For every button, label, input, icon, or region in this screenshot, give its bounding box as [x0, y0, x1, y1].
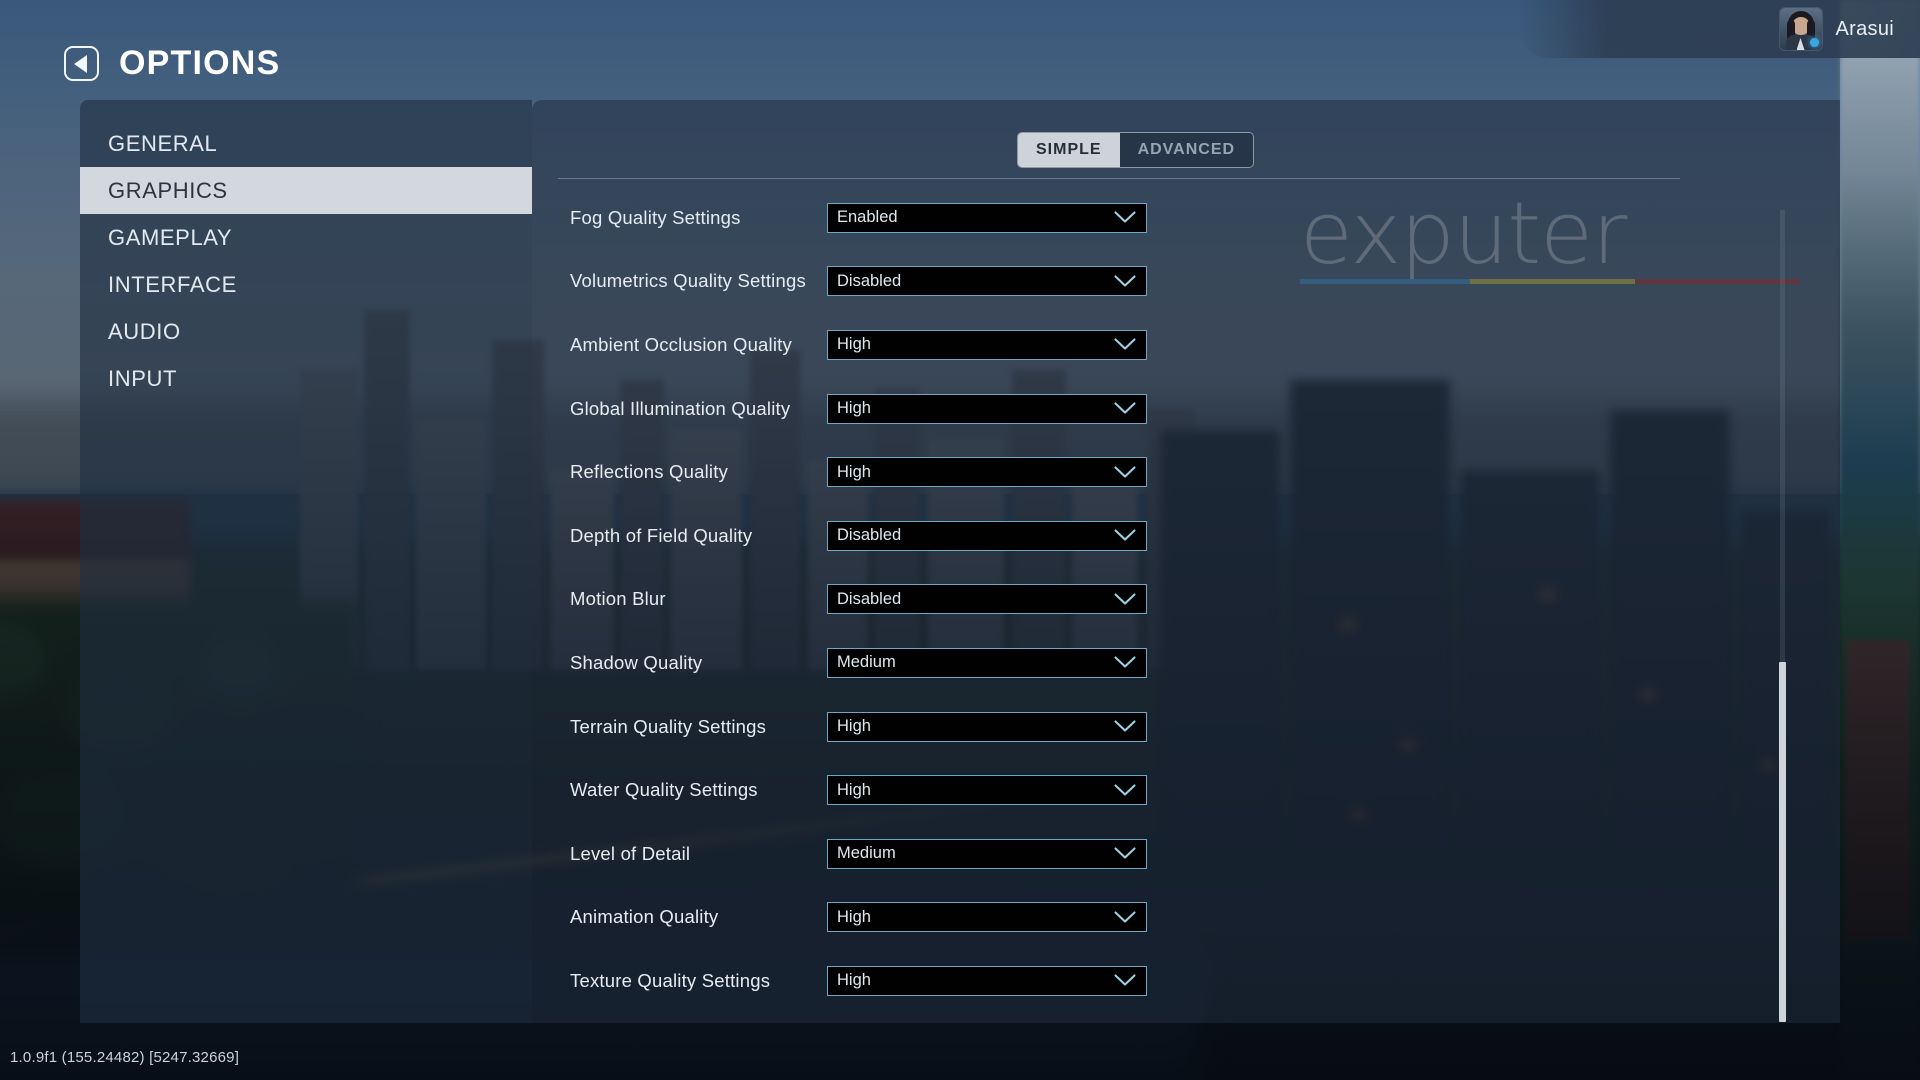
setting-value: Disabled	[837, 271, 902, 290]
setting-row: Texture Quality Settings High	[532, 949, 1840, 1013]
setting-value: Medium	[837, 653, 896, 672]
setting-dropdown[interactable]: Disabled	[827, 584, 1147, 615]
setting-dropdown[interactable]: High	[827, 902, 1147, 933]
setting-label: Depth of Field Quality	[570, 524, 753, 546]
setting-row: Animation Quality High	[532, 886, 1840, 950]
setting-dropdown[interactable]: High	[827, 393, 1147, 424]
setting-dropdown[interactable]: High	[827, 329, 1147, 360]
scrollbar-thumb[interactable]	[1779, 662, 1786, 1022]
setting-row: Level of Detail Medium	[532, 822, 1840, 886]
sidebar-item-label: INTERFACE	[108, 271, 237, 297]
setting-label: Global Illumination Quality	[570, 397, 791, 419]
setting-value: Disabled	[837, 589, 902, 608]
setting-dropdown[interactable]: Disabled	[827, 266, 1147, 297]
setting-row: Depth of Field Quality Disabled	[532, 504, 1840, 568]
setting-value: Medium	[837, 844, 896, 863]
sidebar-item-interface[interactable]: INTERFACE	[80, 261, 532, 308]
setting-dropdown[interactable]: High	[827, 711, 1147, 742]
setting-value: High	[837, 907, 871, 926]
setting-row: Global Illumination Quality High	[532, 377, 1840, 441]
setting-row: Motion Blur Disabled	[532, 568, 1840, 632]
chevron-down-icon	[1112, 776, 1138, 804]
sidebar-item-label: AUDIO	[108, 318, 181, 344]
options-sidebar: GENERAL GRAPHICS GAMEPLAY INTERFACE AUDIO INP…	[80, 100, 532, 1023]
tab-simple[interactable]: SIMPLE	[1018, 133, 1120, 167]
sidebar-item-input[interactable]: INPUT	[80, 355, 532, 402]
back-button[interactable]	[64, 46, 99, 81]
sidebar-item-general[interactable]: GENERAL	[80, 120, 532, 167]
chevron-down-icon	[1112, 458, 1138, 486]
setting-value: High	[837, 971, 871, 990]
setting-label: Level of Detail	[570, 842, 691, 864]
version-text: 1.0.9f1 (155.24482) [5247.32669]	[10, 1049, 240, 1066]
user-badge[interactable]: Arasui	[1520, 0, 1920, 58]
back-triangle-icon	[74, 54, 87, 73]
avatar	[1779, 8, 1822, 50]
user-name: Arasui	[1835, 17, 1894, 40]
chevron-down-icon	[1112, 967, 1138, 995]
setting-row: Terrain Quality Settings High	[532, 695, 1840, 759]
setting-label: Ambient Occlusion Quality	[570, 333, 792, 355]
page-header: OPTIONS	[64, 44, 280, 83]
setting-label: Water Quality Settings	[570, 779, 758, 801]
chevron-down-icon	[1112, 649, 1138, 677]
page-title: OPTIONS	[119, 44, 281, 82]
mode-tabs: SIMPLE ADVANCED	[1017, 132, 1255, 168]
settings-list: Fog Quality Settings Enabled Volumetrics Q…	[532, 186, 1840, 1023]
setting-value: High	[837, 462, 871, 481]
setting-label: Shadow Quality	[570, 651, 703, 673]
chevron-down-icon	[1112, 840, 1138, 868]
sidebar-item-label: GRAPHICS	[108, 177, 228, 203]
sidebar-item-audio[interactable]: AUDIO	[80, 308, 532, 355]
tab-advanced[interactable]: ADVANCED	[1119, 133, 1254, 167]
sidebar-item-label: GAMEPLAY	[108, 224, 233, 250]
setting-dropdown[interactable]: Enabled	[827, 202, 1147, 233]
setting-row: Shadow Quality Medium	[532, 631, 1840, 695]
graphics-settings-panel: SIMPLE ADVANCED Fog Quality Settings Enabl…	[532, 100, 1840, 1023]
setting-dropdown[interactable]: Medium	[827, 647, 1147, 678]
chevron-down-icon	[1112, 395, 1138, 423]
setting-value: High	[837, 399, 871, 418]
setting-row: Volumetrics Quality Settings Disabled	[532, 250, 1840, 314]
setting-label: Volumetrics Quality Settings	[570, 270, 806, 292]
setting-dropdown[interactable]: High	[827, 965, 1147, 996]
chevron-down-icon	[1112, 522, 1138, 550]
setting-dropdown[interactable]: High	[827, 457, 1147, 488]
setting-row: Fog Quality Settings Enabled	[532, 186, 1840, 250]
setting-dropdown[interactable]: Medium	[827, 838, 1147, 869]
setting-value: Enabled	[837, 208, 898, 227]
setting-row: Ambient Occlusion Quality High	[532, 313, 1840, 377]
setting-label: Motion Blur	[570, 588, 666, 610]
sidebar-item-graphics[interactable]: GRAPHICS	[80, 167, 532, 214]
setting-label: Animation Quality	[570, 906, 719, 928]
chevron-down-icon	[1112, 713, 1138, 741]
sidebar-item-label: INPUT	[108, 365, 177, 391]
chevron-down-icon	[1112, 204, 1138, 232]
setting-row: Water Quality Settings High	[532, 758, 1840, 822]
chevron-down-icon	[1112, 903, 1138, 931]
sidebar-item-gameplay[interactable]: GAMEPLAY	[80, 214, 532, 261]
chevron-down-icon	[1112, 585, 1138, 613]
sidebar-item-label: GENERAL	[108, 130, 218, 156]
setting-value: High	[837, 335, 871, 354]
setting-value: High	[837, 780, 871, 799]
setting-value: High	[837, 717, 871, 736]
chevron-down-icon	[1112, 331, 1138, 359]
chevron-down-icon	[1112, 267, 1138, 295]
setting-value: Disabled	[837, 526, 902, 545]
setting-label: Texture Quality Settings	[570, 969, 771, 991]
setting-label: Terrain Quality Settings	[570, 715, 767, 737]
setting-dropdown[interactable]: High	[827, 775, 1147, 806]
setting-row: Reflections Quality High	[532, 440, 1840, 504]
setting-label: Fog Quality Settings	[570, 206, 741, 228]
setting-dropdown[interactable]: Disabled	[827, 520, 1147, 551]
header-divider	[558, 178, 1680, 179]
setting-label: Reflections Quality	[570, 461, 729, 483]
